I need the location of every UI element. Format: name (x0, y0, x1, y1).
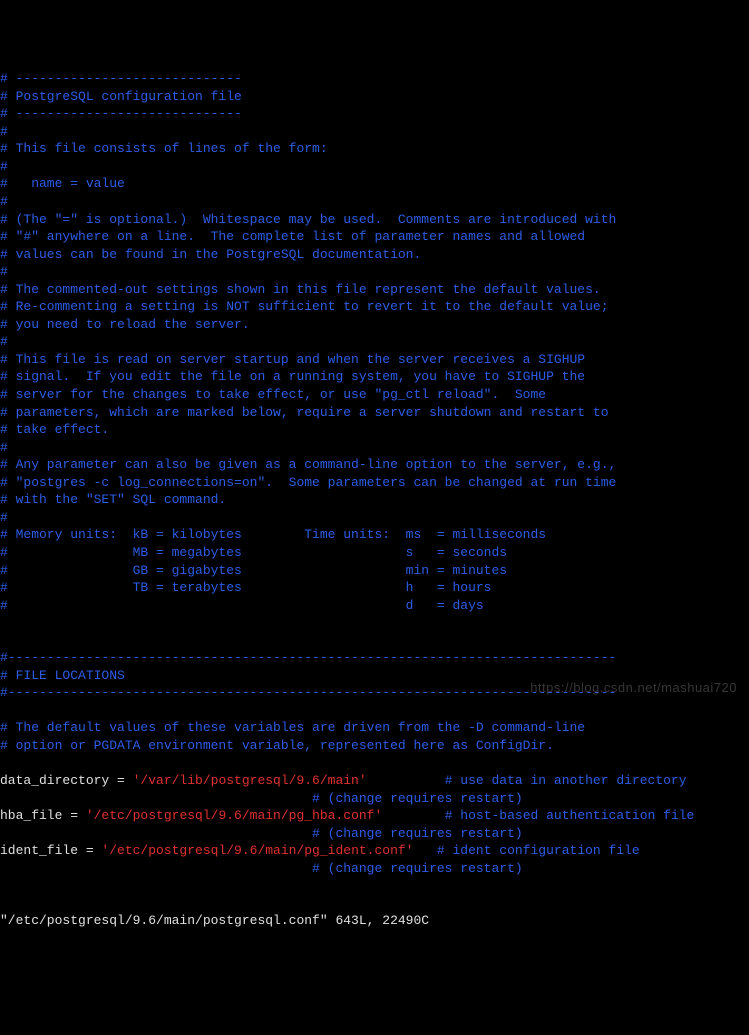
editor-line[interactable]: #---------------------------------------… (0, 649, 749, 667)
editor-line[interactable]: # "postgres -c log_connections=on". Some… (0, 474, 749, 492)
editor-line[interactable]: # GB = gigabytes min = minutes (0, 562, 749, 580)
editor-line[interactable]: # TB = terabytes h = hours (0, 579, 749, 597)
editor-line[interactable]: # ----------------------------- (0, 105, 749, 123)
editor-line[interactable]: # parameters, which are marked below, re… (0, 404, 749, 422)
editor-line[interactable]: # "#" anywhere on a line. The complete l… (0, 228, 749, 246)
editor-line[interactable]: # PostgreSQL configuration file (0, 88, 749, 106)
editor-line[interactable]: # take effect. (0, 421, 749, 439)
editor-line[interactable]: # server for the changes to take effect,… (0, 386, 749, 404)
editor-line[interactable]: # (change requires restart) (0, 790, 749, 808)
editor-line[interactable]: # you need to reload the server. (0, 316, 749, 334)
editor-line[interactable]: # Re-commenting a setting is NOT suffici… (0, 298, 749, 316)
editor-line[interactable]: # name = value (0, 175, 749, 193)
editor-line[interactable]: # (The "=" is optional.) Whitespace may … (0, 211, 749, 229)
editor-line[interactable]: # ----------------------------- (0, 70, 749, 88)
editor-line[interactable] (0, 614, 749, 632)
editor-line[interactable]: # (0, 509, 749, 527)
editor-line[interactable]: # MB = megabytes s = seconds (0, 544, 749, 562)
editor-line[interactable]: # (0, 263, 749, 281)
editor-line[interactable]: # Memory units: kB = kilobytes Time unit… (0, 526, 749, 544)
vim-status-line: "/etc/postgresql/9.6/main/postgresql.con… (0, 912, 749, 930)
editor-line[interactable]: # The default values of these variables … (0, 719, 749, 737)
editor-line[interactable] (0, 755, 749, 773)
editor-line[interactable]: # (change requires restart) (0, 825, 749, 843)
editor-line[interactable]: # (0, 123, 749, 141)
editor-line[interactable]: # values can be found in the PostgreSQL … (0, 246, 749, 264)
editor-line[interactable]: # This file is read on server startup an… (0, 351, 749, 369)
editor-line[interactable] (0, 877, 749, 895)
editor-line[interactable]: # d = days (0, 597, 749, 615)
editor-line[interactable]: # (change requires restart) (0, 860, 749, 878)
editor-line[interactable] (0, 632, 749, 650)
watermark-text: https://blog.csdn.net/mashuai720 (530, 679, 737, 697)
editor-line[interactable]: # (0, 333, 749, 351)
editor-buffer[interactable]: # -----------------------------# Postgre… (0, 70, 749, 895)
editor-line[interactable]: # with the "SET" SQL command. (0, 491, 749, 509)
editor-line[interactable]: # This file consists of lines of the for… (0, 140, 749, 158)
editor-line[interactable]: # (0, 193, 749, 211)
editor-line[interactable]: # signal. If you edit the file on a runn… (0, 368, 749, 386)
editor-line[interactable]: # Any parameter can also be given as a c… (0, 456, 749, 474)
editor-line[interactable]: # (0, 158, 749, 176)
editor-line[interactable]: # (0, 439, 749, 457)
editor-line[interactable]: # The commented-out settings shown in th… (0, 281, 749, 299)
editor-line[interactable]: hba_file = '/etc/postgresql/9.6/main/pg_… (0, 807, 749, 825)
editor-line[interactable]: data_directory = '/var/lib/postgresql/9.… (0, 772, 749, 790)
editor-line[interactable]: ident_file = '/etc/postgresql/9.6/main/p… (0, 842, 749, 860)
editor-line[interactable]: # option or PGDATA environment variable,… (0, 737, 749, 755)
